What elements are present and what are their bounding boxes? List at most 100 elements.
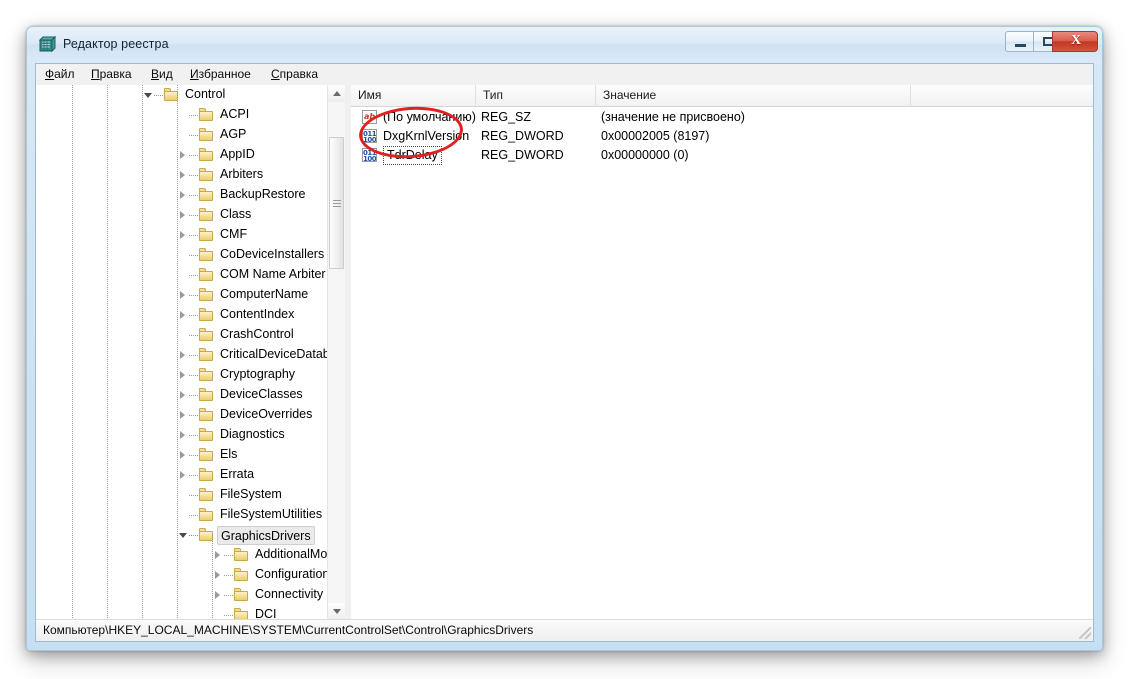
minimize-button[interactable] — [1005, 31, 1034, 52]
table-row[interactable]: ab (По умолчанию) REG_SZ (значение не присв… — [351, 108, 1093, 127]
expand-arrow-icon[interactable] — [179, 231, 188, 240]
tree-connector — [189, 235, 198, 236]
tree-item-deviceoverrides[interactable]: DeviceOverrides — [36, 405, 327, 425]
expand-arrow-icon[interactable] — [179, 311, 188, 320]
menu-item-3[interactable]: Избранное — [188, 67, 253, 81]
tree-item-cmf[interactable]: CMF — [36, 225, 327, 245]
registry-tree-pane[interactable]: Control ACPI AGP AppID Arbiters BackupRestore… — [36, 85, 345, 620]
registry-tree[interactable]: Control ACPI AGP AppID Arbiters BackupRestore… — [36, 85, 327, 620]
tree-item-diagnostics[interactable]: Diagnostics — [36, 425, 327, 445]
expand-arrow-icon[interactable] — [179, 291, 188, 300]
tree-item-arbiters[interactable]: Arbiters — [36, 165, 327, 185]
tree-item-label: GraphicsDrivers — [217, 526, 315, 545]
expand-arrow-icon[interactable] — [179, 211, 188, 220]
menu-item-1[interactable]: Правка — [89, 67, 134, 81]
expand-arrow-icon[interactable] — [179, 391, 188, 400]
menu-item-2[interactable]: Вид — [149, 67, 175, 81]
folder-icon — [199, 308, 214, 321]
tree-item-contentindex[interactable]: ContentIndex — [36, 305, 327, 325]
folder-icon — [199, 168, 214, 181]
resize-grip[interactable] — [1079, 627, 1091, 639]
expand-arrow-icon[interactable] — [179, 151, 188, 160]
value-data: 0x00002005 (8197) — [601, 129, 710, 143]
expand-arrow-icon[interactable] — [214, 551, 223, 560]
collapse-arrow-icon[interactable] — [179, 531, 188, 540]
registry-values-pane[interactable]: Имя Тип Значение ab (По умолчанию) REG_SZ (зн… — [351, 85, 1093, 620]
expand-arrow-icon[interactable] — [179, 191, 188, 200]
list-header: Имя Тип Значение — [351, 85, 1093, 107]
tree-connector — [189, 195, 198, 196]
value-name: DxgKrnlVersion — [383, 129, 470, 143]
expand-arrow-icon[interactable] — [179, 411, 188, 420]
tree-item-acpi[interactable]: ACPI — [36, 105, 327, 125]
tree-item-label: BackupRestore — [220, 187, 306, 201]
tree-item-control[interactable]: Control — [36, 85, 327, 105]
tree-item-cryptography[interactable]: Cryptography — [36, 365, 327, 385]
tree-item-agp[interactable]: AGP — [36, 125, 327, 145]
collapse-arrow-icon[interactable] — [144, 91, 153, 100]
tree-item-com-name-arbiter[interactable]: COM Name Arbiter — [36, 265, 327, 285]
tree-item-label: Configuration — [255, 567, 327, 581]
tree-scrollbar[interactable] — [327, 85, 345, 620]
dword-value-icon: 011 100 — [362, 129, 377, 143]
scroll-up-button[interactable] — [328, 85, 345, 102]
tree-item-computername[interactable]: ComputerName — [36, 285, 327, 305]
tree-item-crashcontrol[interactable]: CrashControl — [36, 325, 327, 345]
tree-connector — [189, 315, 198, 316]
scroll-up-icon — [333, 91, 341, 96]
tree-item-deviceclasses[interactable]: DeviceClasses — [36, 385, 327, 405]
tree-item-filesystemutilities[interactable]: FileSystemUtilities — [36, 505, 327, 525]
value-data: 0x00000000 (0) — [601, 148, 689, 162]
column-header-0[interactable]: Имя — [351, 85, 476, 106]
title-bar[interactable]: Редактор реестра X — [27, 27, 1102, 63]
column-header-1[interactable]: Тип — [476, 85, 596, 106]
tree-item-label: AdditionalModeLists — [255, 547, 327, 561]
table-row[interactable]: 011 100 DxgKrnlVersion REG_DWORD 0x00002005 … — [351, 127, 1093, 146]
menu-item-4[interactable]: Справка — [269, 67, 320, 81]
tree-item-criticaldevicedatabase[interactable]: CriticalDeviceDatabase — [36, 345, 327, 365]
tree-item-graphicsdrivers[interactable]: GraphicsDrivers — [36, 525, 327, 545]
expand-arrow-icon[interactable] — [214, 571, 223, 580]
close-button[interactable]: X — [1052, 31, 1098, 52]
menu-item-0[interactable]: Файл — [43, 67, 77, 81]
tree-connector — [189, 175, 198, 176]
tree-item-label: CriticalDeviceDatabase — [220, 347, 327, 361]
tree-item-backuprestore[interactable]: BackupRestore — [36, 185, 327, 205]
tree-connector — [189, 155, 198, 156]
expand-arrow-icon[interactable] — [179, 351, 188, 360]
tree-item-label: AppID — [220, 147, 255, 161]
scrollbar-thumb[interactable] — [329, 137, 344, 269]
folder-icon — [234, 568, 249, 581]
expand-arrow-icon[interactable] — [179, 171, 188, 180]
expand-arrow-icon[interactable] — [179, 471, 188, 480]
tree-item-els[interactable]: Els — [36, 445, 327, 465]
expand-arrow-icon[interactable] — [214, 591, 223, 600]
folder-icon — [199, 508, 214, 521]
tree-connector — [189, 115, 198, 116]
expand-arrow-icon[interactable] — [179, 451, 188, 460]
expand-arrow-icon[interactable] — [179, 431, 188, 440]
tree-item-class[interactable]: Class — [36, 205, 327, 225]
column-header-2[interactable]: Значение — [596, 85, 911, 106]
tree-item-connectivity[interactable]: Connectivity — [36, 585, 327, 605]
menu-accesskey: С — [271, 67, 280, 81]
tree-item-additionalmodelists[interactable]: AdditionalModeLists — [36, 545, 327, 565]
tree-item-configuration[interactable]: Configuration — [36, 565, 327, 585]
status-path: Компьютер\HKEY_LOCAL_MACHINE\SYSTEM\Curr… — [43, 623, 534, 637]
window-title: Редактор реестра — [63, 37, 169, 51]
tree-item-codeviceinstallers[interactable]: CoDeviceInstallers — [36, 245, 327, 265]
tree-item-appid[interactable]: AppID — [36, 145, 327, 165]
tree-item-label: COM Name Arbiter — [220, 267, 326, 281]
table-row[interactable]: 011 100 TdrDelay REG_DWORD 0x00000000 (0) — [351, 146, 1093, 165]
tree-item-errata[interactable]: Errata — [36, 465, 327, 485]
folder-icon — [199, 128, 214, 141]
expand-arrow-icon[interactable] — [179, 371, 188, 380]
value-name: (По умолчанию) — [383, 110, 476, 124]
tree-connector — [189, 535, 198, 536]
tree-item-filesystem[interactable]: FileSystem — [36, 485, 327, 505]
value-data: (значение не присвоено) — [601, 110, 745, 124]
scroll-down-button[interactable] — [328, 603, 345, 620]
tree-item-dci[interactable]: DCI — [36, 605, 327, 620]
tree-connector — [189, 495, 198, 496]
folder-icon — [199, 188, 214, 201]
